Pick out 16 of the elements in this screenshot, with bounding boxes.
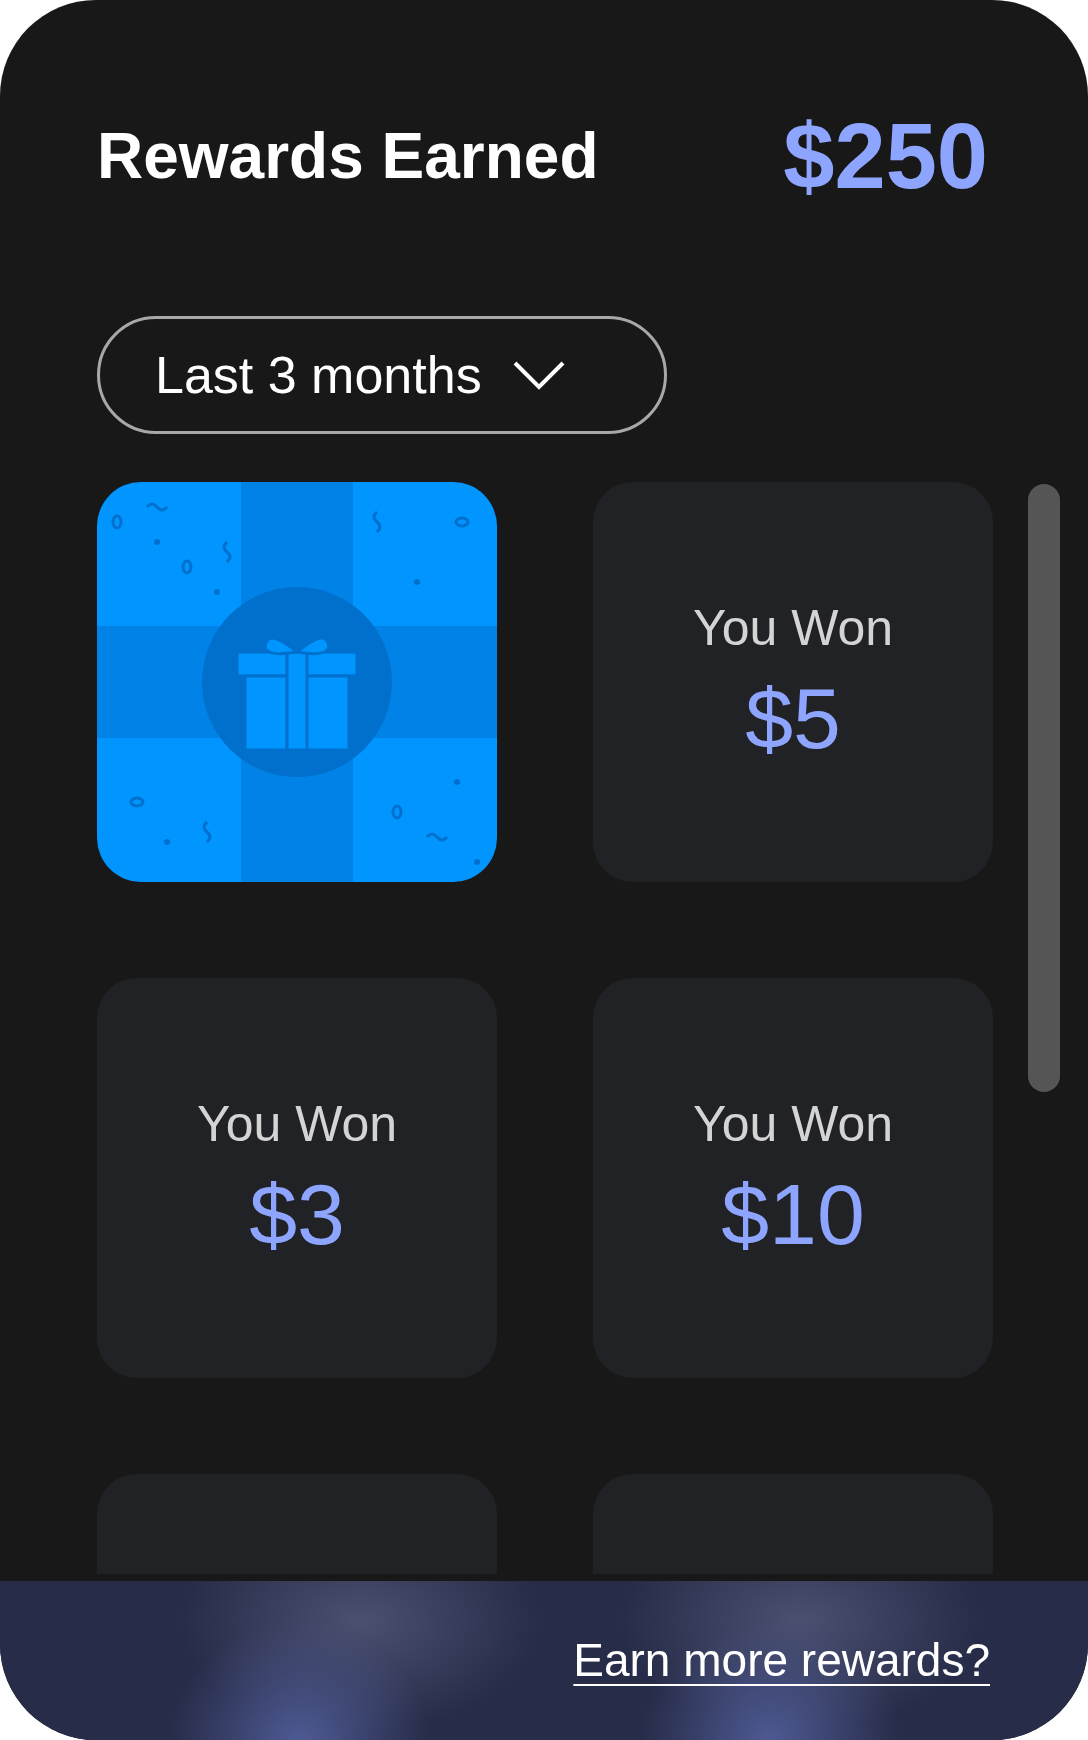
total-amount: $250 — [783, 110, 988, 202]
reward-label: You Won — [692, 1099, 894, 1149]
reward-amount: $5 — [745, 675, 841, 761]
reward-card[interactable]: You Won $5 — [593, 482, 993, 882]
reward-amount: $3 — [249, 1171, 345, 1257]
reward-amount: $10 — [721, 1171, 865, 1257]
gift-card-drawing[interactable] — [97, 482, 497, 882]
chevron-down-icon — [511, 360, 566, 390]
reward-card[interactable]: You Won $10 — [593, 978, 993, 1378]
earn-more-link[interactable]: Earn more rewards? — [573, 1626, 990, 1695]
page-title: Rewards Earned — [97, 124, 599, 188]
reward-label: You Won — [196, 1099, 398, 1149]
reward-label: You Won — [692, 603, 894, 653]
scrollbar[interactable] — [1028, 484, 1060, 1092]
reward-card[interactable]: You Won $3 — [97, 978, 497, 1378]
period-dropdown[interactable]: Last 3 months — [97, 316, 667, 434]
